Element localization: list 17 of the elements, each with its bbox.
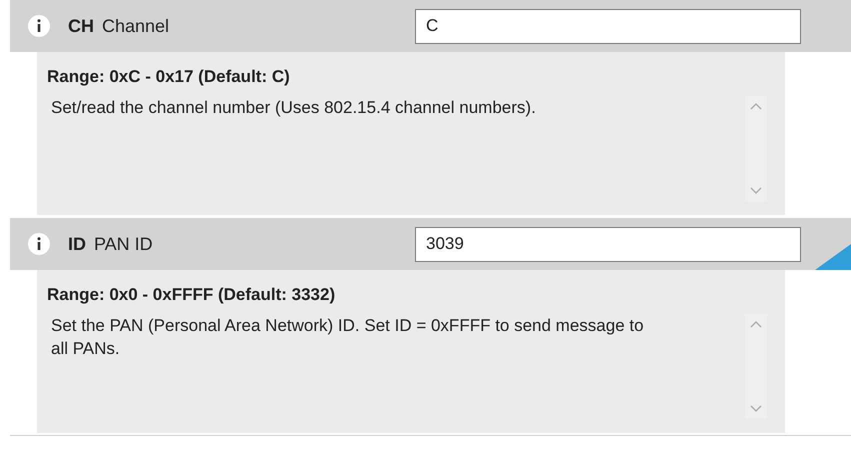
scroll-down-icon[interactable]: [750, 186, 762, 194]
scroll-down-icon[interactable]: [750, 404, 762, 412]
value-field[interactable]: C: [415, 8, 801, 44]
setting-code: ID: [68, 232, 86, 256]
description-text: Set/read the channel number (Uses 802.15.4 channel numbers).: [50, 96, 537, 118]
info-icon[interactable]: [28, 233, 50, 255]
modified-marker-icon: [815, 244, 851, 270]
setting-name: Channel: [102, 14, 170, 38]
setting-name: PAN ID: [94, 232, 153, 256]
range-text: Range: 0x0 - 0xFFFF (Default: 3332): [47, 284, 336, 306]
value-field[interactable]: 3039: [415, 226, 801, 262]
range-text: Range: 0xC - 0x17 (Default: C): [47, 66, 291, 88]
scroll-up-icon[interactable]: [750, 102, 762, 110]
scroll-up-icon[interactable]: [750, 320, 762, 328]
description-text: Set the PAN (Personal Area Network) ID. Set ID = 0xFFFF to send message to all PANs.: [50, 314, 645, 360]
setting-code: CH: [68, 14, 94, 38]
info-icon[interactable]: [28, 15, 50, 37]
